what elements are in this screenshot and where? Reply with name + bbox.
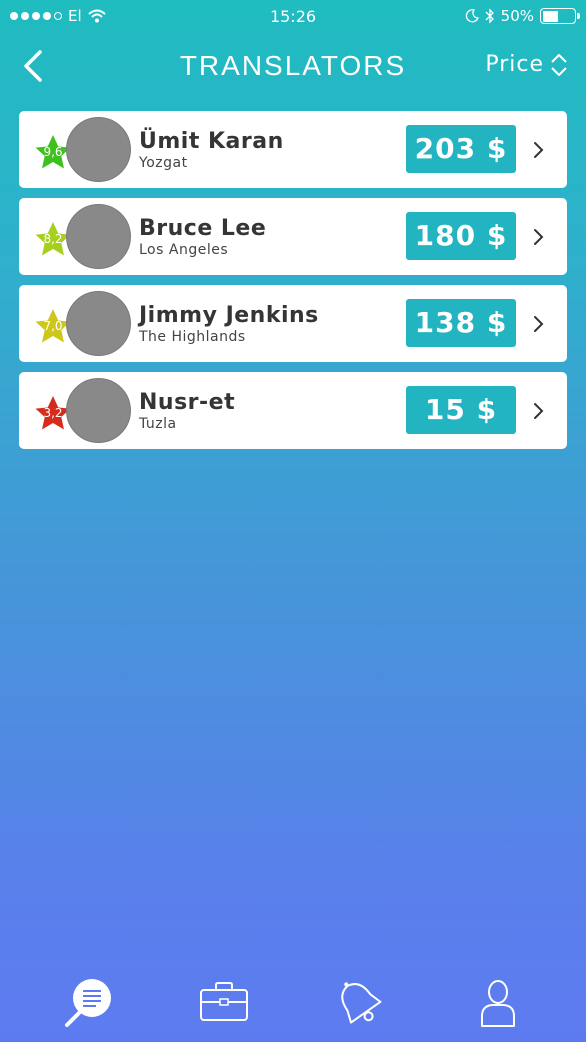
translator-city: Yozgat bbox=[139, 155, 188, 171]
tab-jobs[interactable] bbox=[194, 976, 254, 1032]
translator-list: 9,6 Ümit Karan Yozgat 203 $ 8,2 Bruce Le… bbox=[19, 111, 567, 459]
translator-card[interactable]: 3,2 Nusr-et Tuzla 15 $ bbox=[19, 372, 567, 449]
translator-card[interactable]: 7,0 Jimmy Jenkins The Highlands 138 $ bbox=[19, 285, 567, 362]
tab-bar bbox=[0, 962, 586, 1042]
translator-card[interactable]: 9,6 Ümit Karan Yozgat 203 $ bbox=[19, 111, 567, 188]
sort-button[interactable]: Price bbox=[485, 52, 568, 77]
signal-strength-icon bbox=[10, 12, 62, 20]
avatar bbox=[66, 378, 131, 443]
translator-name: Ümit Karan bbox=[139, 129, 284, 154]
translator-name: Jimmy Jenkins bbox=[139, 303, 319, 328]
carrier-label: El bbox=[68, 7, 82, 25]
translator-city: Tuzla bbox=[139, 416, 177, 432]
chevron-right-icon[interactable] bbox=[532, 313, 546, 335]
wifi-icon bbox=[87, 9, 106, 23]
price-button[interactable]: 138 $ bbox=[406, 299, 516, 347]
translator-name: Nusr-et bbox=[139, 390, 236, 415]
user-icon bbox=[481, 980, 515, 1027]
moon-icon bbox=[465, 9, 479, 23]
price-button[interactable]: 203 $ bbox=[406, 125, 516, 173]
chevron-right-icon[interactable] bbox=[532, 226, 546, 248]
avatar bbox=[66, 291, 131, 356]
chevron-right-icon[interactable] bbox=[532, 139, 546, 161]
chevron-right-icon[interactable] bbox=[532, 400, 546, 422]
tab-notifications[interactable] bbox=[330, 976, 390, 1032]
price-button[interactable]: 180 $ bbox=[406, 212, 516, 260]
nav-bar: TRANSLATORS Price bbox=[0, 40, 586, 92]
briefcase-icon bbox=[200, 982, 248, 1021]
translator-card[interactable]: 8,2 Bruce Lee Los Angeles 180 $ bbox=[19, 198, 567, 275]
search-list-icon bbox=[65, 979, 111, 1027]
bluetooth-icon bbox=[485, 8, 494, 24]
status-left: El bbox=[10, 7, 106, 25]
sort-updown-icon bbox=[551, 53, 567, 76]
status-bar: El 15:26 50% bbox=[0, 0, 586, 32]
avatar bbox=[66, 117, 131, 182]
status-right: 50% bbox=[465, 7, 580, 25]
price-button[interactable]: 15 $ bbox=[406, 386, 516, 434]
avatar bbox=[66, 204, 131, 269]
tab-search[interactable] bbox=[62, 976, 122, 1032]
sort-label: Price bbox=[485, 52, 544, 77]
battery-percent: 50% bbox=[500, 7, 534, 25]
battery-fill bbox=[542, 10, 558, 22]
tab-profile[interactable] bbox=[468, 976, 528, 1032]
battery-icon bbox=[540, 8, 580, 24]
translator-city: Los Angeles bbox=[139, 242, 229, 258]
translator-city: The Highlands bbox=[139, 329, 246, 345]
translator-name: Bruce Lee bbox=[139, 216, 267, 241]
bell-icon bbox=[341, 982, 382, 1024]
